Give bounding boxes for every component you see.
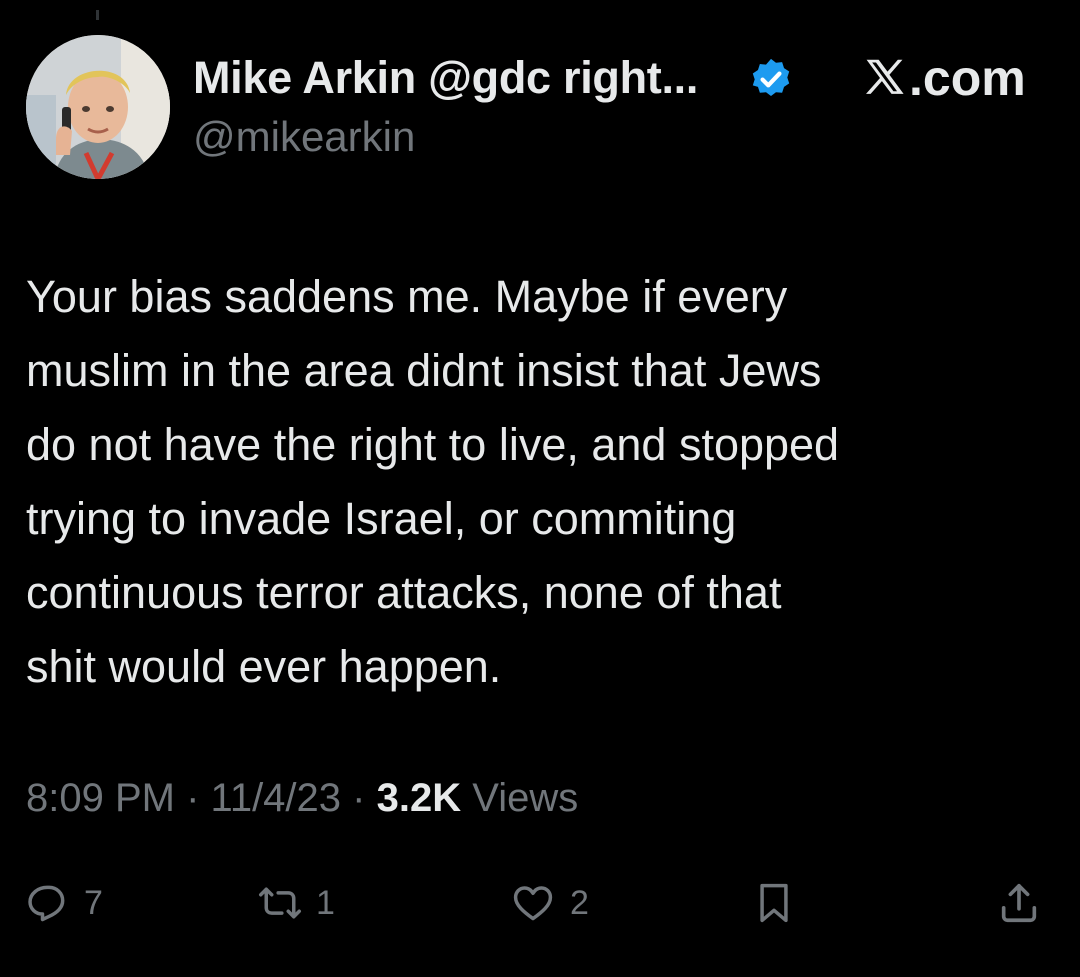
share-button[interactable] — [996, 878, 1042, 928]
heart-icon — [513, 886, 553, 921]
views-label: Views — [472, 776, 579, 820]
views-count: 3.2K — [376, 776, 462, 820]
retweet-count: 1 — [316, 883, 335, 922]
tweet-time[interactable]: 8:09 PM — [26, 776, 175, 820]
meta-separator: · — [186, 776, 200, 820]
thread-connector-line — [96, 10, 99, 20]
meta-separator: · — [352, 776, 366, 820]
like-button[interactable]: 2 — [510, 878, 589, 928]
avatar[interactable] — [26, 35, 170, 179]
avatar-photo — [26, 35, 170, 179]
reply-count: 7 — [84, 883, 103, 922]
tweet-text: Your bias saddens me. Maybe if every mus… — [26, 271, 840, 692]
x-logo-icon — [866, 59, 904, 94]
x-com-watermark: .com — [862, 50, 1026, 106]
bookmark-icon — [760, 883, 788, 923]
tweet-date[interactable]: 11/4/23 — [211, 776, 342, 820]
user-handle[interactable]: @mikearkin — [193, 113, 415, 161]
reply-button[interactable]: 7 — [26, 878, 103, 928]
bookmark-button[interactable] — [752, 878, 796, 928]
brand-domain-suffix: .com — [909, 50, 1026, 106]
share-icon — [1001, 883, 1037, 923]
like-count: 2 — [570, 883, 589, 922]
tweet-meta: 8:09 PM · 11/4/23 · 3.2K Views — [26, 776, 578, 821]
retweet-icon — [259, 887, 301, 919]
display-name[interactable]: Mike Arkin @gdc right... — [193, 52, 698, 104]
retweet-button[interactable]: 1 — [258, 878, 335, 928]
verified-badge-icon — [752, 58, 790, 97]
reply-icon — [28, 885, 65, 922]
tweet-card: Mike Arkin @gdc right... @mikearkin .com… — [0, 0, 1080, 977]
